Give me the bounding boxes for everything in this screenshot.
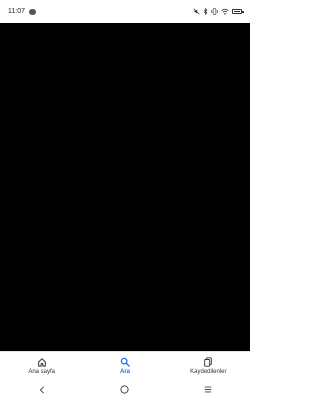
status-time: 11:07 — [8, 8, 25, 15]
saved-icon — [204, 356, 213, 367]
bottom-navigation: Ana sayfa Ara Kaydedilenler — [0, 351, 250, 379]
mute-icon — [193, 8, 200, 15]
home-circle-icon — [120, 385, 130, 394]
nav-item-home[interactable]: Ana sayfa — [0, 352, 83, 379]
back-icon — [39, 385, 44, 394]
search-icon — [120, 357, 130, 367]
vibrate-icon — [211, 8, 218, 15]
home-icon — [37, 357, 46, 367]
system-back-button[interactable] — [22, 379, 62, 400]
content-area — [0, 23, 250, 351]
nav-label-saved: Kaydedilenler — [190, 368, 227, 375]
status-icons — [193, 8, 244, 15]
nav-item-search[interactable]: Ara — [83, 352, 166, 379]
nav-label-home: Ana sayfa — [28, 368, 55, 375]
chat-bubble-icon — [29, 8, 36, 15]
battery-icon — [232, 9, 244, 14]
system-recents-button[interactable] — [188, 379, 228, 400]
nav-label-search: Ara — [119, 368, 130, 375]
system-home-button[interactable] — [105, 379, 145, 400]
system-navigation-bar — [0, 379, 250, 400]
status-bar: 11:07 — [0, 0, 250, 23]
menu-icon — [205, 386, 212, 393]
wifi-icon — [221, 8, 229, 15]
bluetooth-icon — [203, 8, 208, 15]
nav-item-saved[interactable]: Kaydedilenler — [167, 352, 250, 379]
